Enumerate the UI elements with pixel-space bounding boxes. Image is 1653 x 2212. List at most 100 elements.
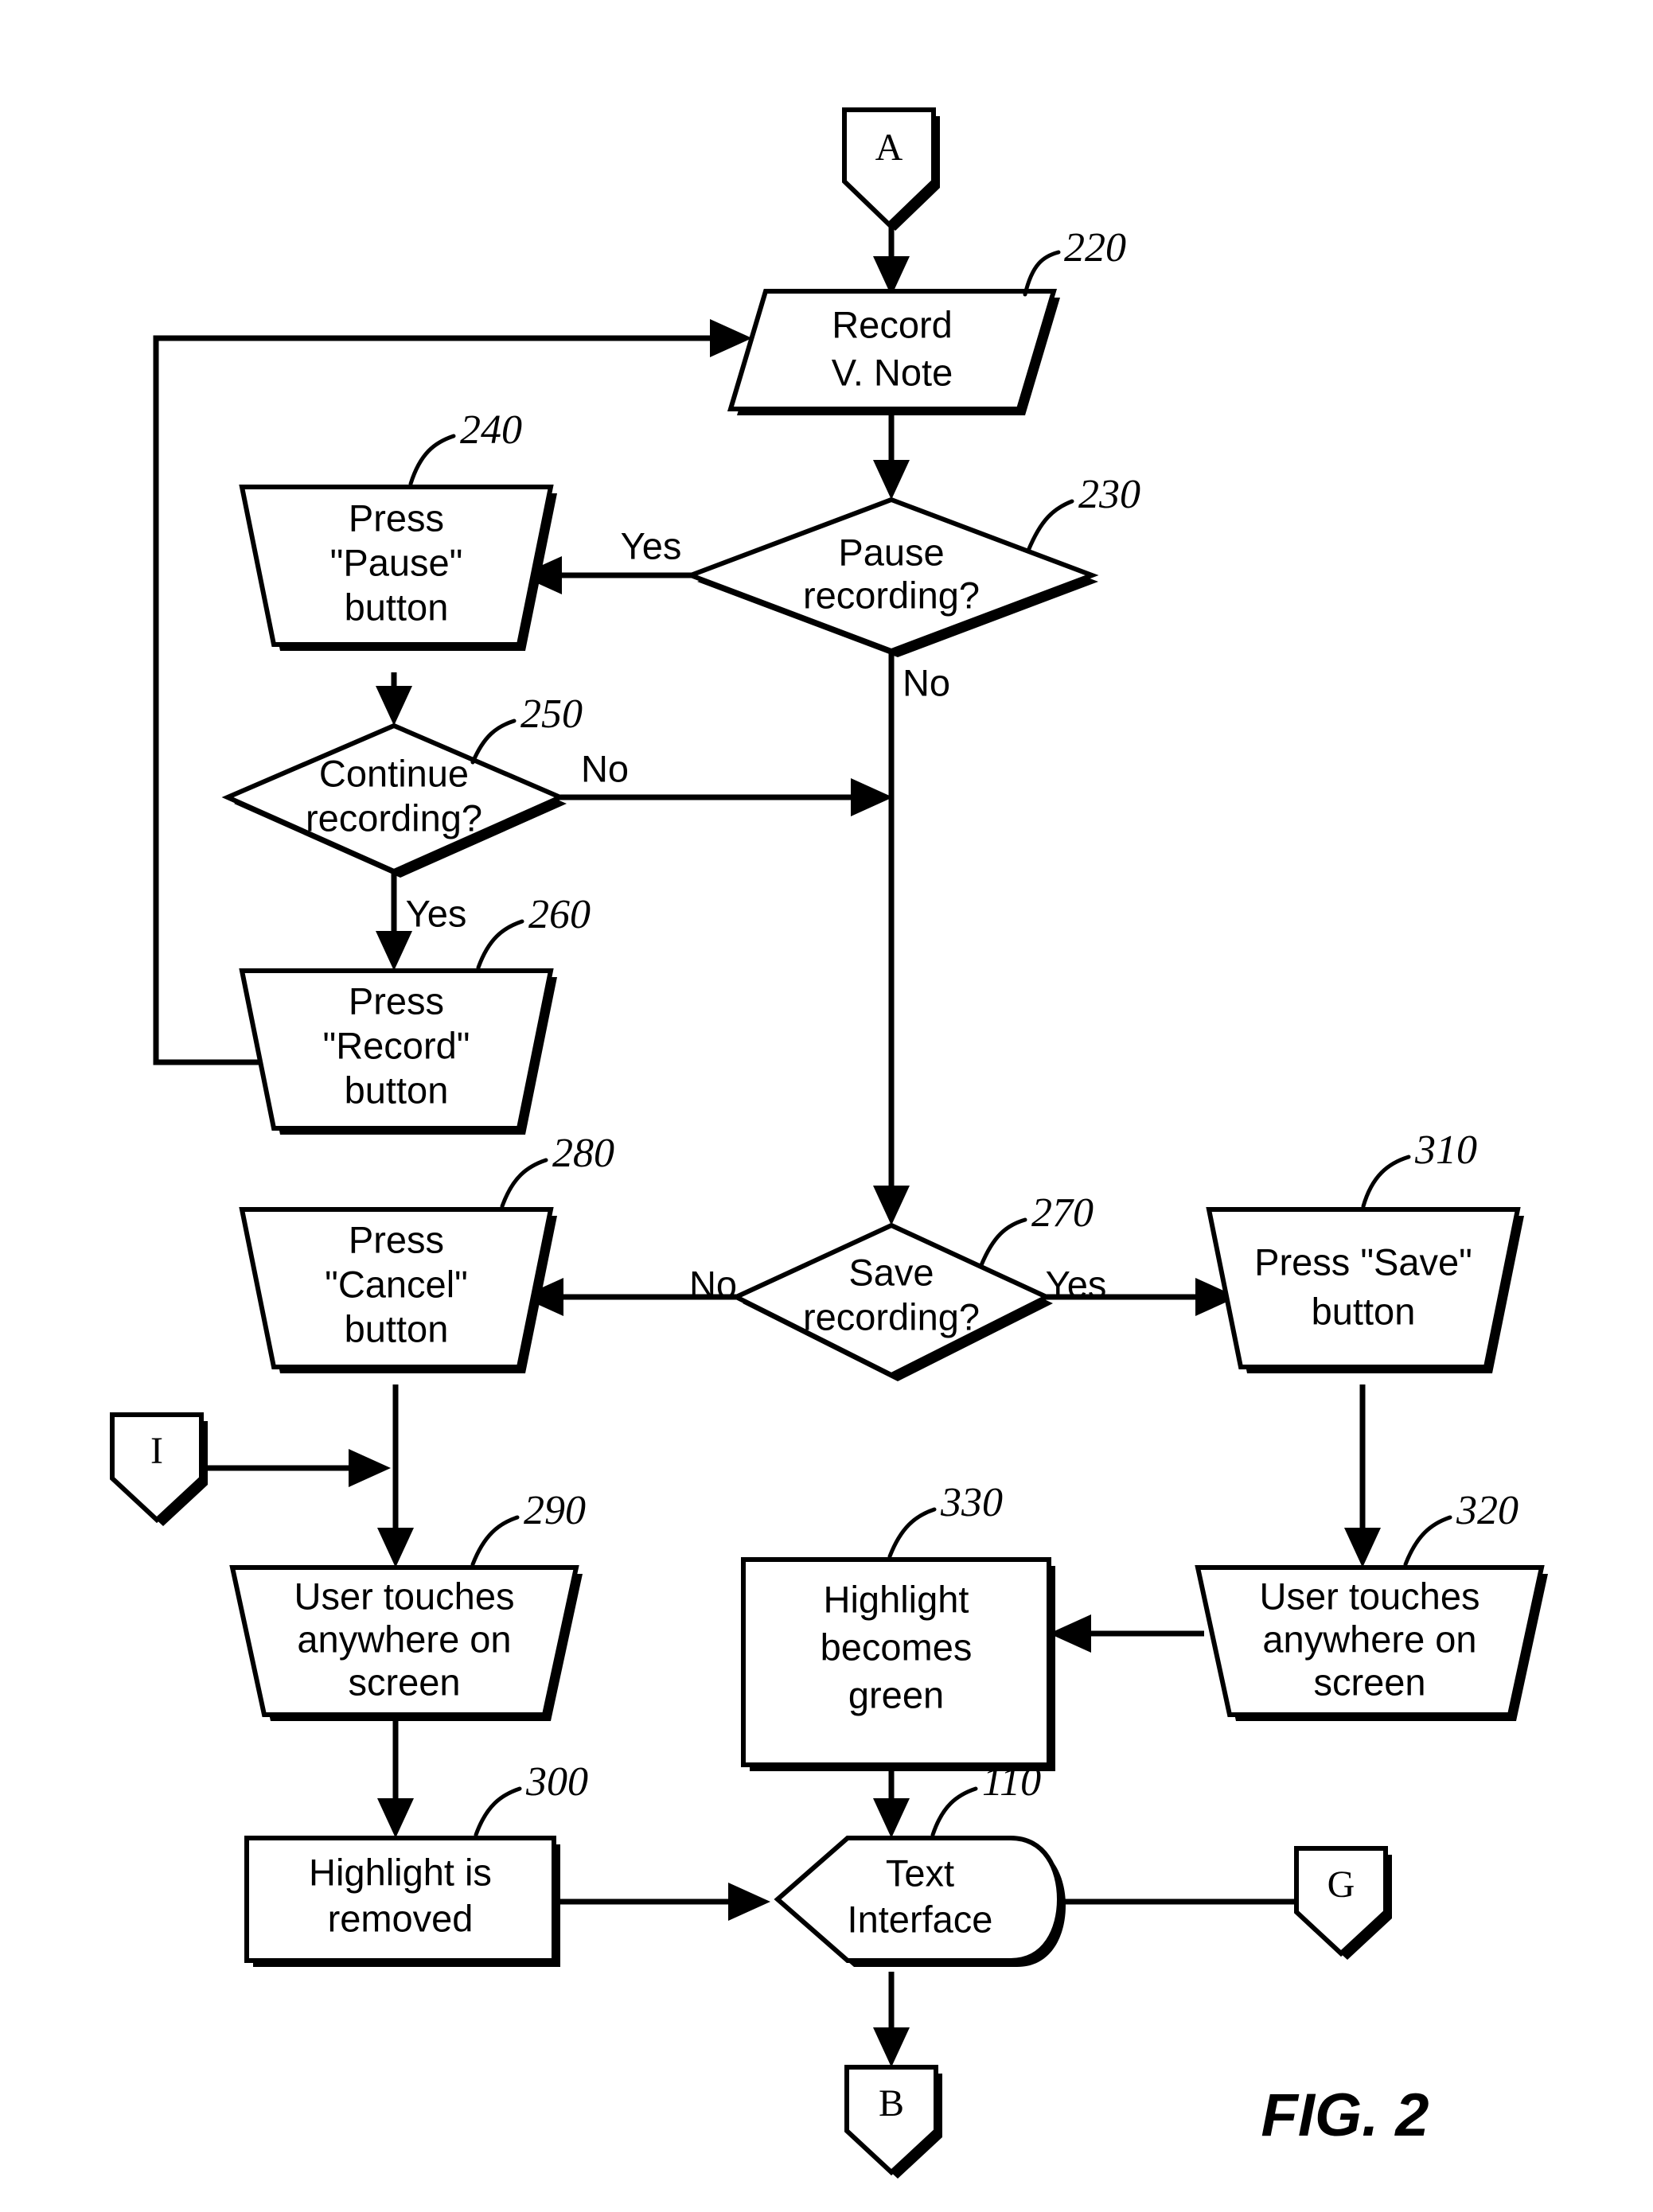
edge-label-pause-yes: Yes — [621, 524, 682, 567]
connector-a: A — [842, 107, 940, 231]
ref-num-330: 330 — [940, 1480, 1003, 1525]
node-330-line-2: becomes — [821, 1626, 973, 1668]
leader-240 — [408, 434, 456, 486]
node-320-line-3: screen — [1313, 1661, 1425, 1703]
patent-figure: A Record V. Note 220 Pause recording? 23… — [0, 0, 1653, 2212]
node-260-line-1: Press — [349, 979, 444, 1022]
connector-g: G — [1294, 1846, 1392, 1960]
arrowhead-230-to-270 — [873, 1186, 910, 1225]
ref-num-280: 280 — [552, 1131, 614, 1176]
edge-label-continue-yes: Yes — [406, 892, 467, 934]
node-320-line-1: User touches — [1260, 1575, 1480, 1617]
edge-label-continue-no: No — [581, 747, 629, 789]
node-250-line-1: Continue — [319, 752, 469, 794]
node-260-line-3: button — [345, 1069, 449, 1111]
arrowhead-250-to-260 — [376, 931, 412, 971]
ref-num-290: 290 — [524, 1488, 586, 1533]
connector-g-label: G — [1327, 1863, 1355, 1906]
connector-i-label: I — [150, 1430, 163, 1472]
leader-270 — [979, 1217, 1027, 1268]
node-310-line-2: button — [1312, 1290, 1416, 1332]
node-250-continue-recording: Continue recording? — [221, 722, 567, 878]
node-280-line-1: Press — [349, 1218, 444, 1260]
node-310-line-1: Press "Save" — [1254, 1240, 1472, 1283]
node-230-line-1: Pause — [838, 531, 944, 573]
leader-280 — [500, 1158, 548, 1209]
ref-num-110: 110 — [982, 1759, 1041, 1805]
node-300-highlight-is-removed: Highlight is removed — [244, 1836, 560, 1967]
node-300-line-2: removed — [328, 1897, 474, 1939]
node-220-record-v-note: Record V. Note — [727, 289, 1060, 415]
node-290-user-touches-screen: User touches anywhere on screen — [229, 1565, 583, 1721]
edge-label-save-no: No — [689, 1263, 737, 1305]
node-260-line-2: "Record" — [323, 1024, 470, 1066]
ref-num-220: 220 — [1064, 225, 1126, 271]
ref-num-230: 230 — [1078, 472, 1140, 517]
leader-260 — [476, 919, 524, 970]
node-110-line-1: Text — [886, 1852, 954, 1894]
leader-290 — [470, 1515, 520, 1567]
edge-label-pause-no: No — [903, 661, 950, 703]
leader-230 — [1026, 499, 1074, 553]
connector-a-label: A — [875, 127, 903, 169]
connector-b: B — [844, 2065, 942, 2179]
node-290-line-2: anywhere on — [297, 1618, 511, 1660]
node-330-line-1: Highlight — [824, 1578, 969, 1620]
ref-num-320: 320 — [1456, 1488, 1518, 1533]
leader-330 — [887, 1507, 937, 1559]
node-280-press-cancel-button: Press "Cancel" button — [239, 1207, 557, 1373]
leader-320 — [1403, 1515, 1452, 1567]
arrowhead-i-connector — [349, 1449, 391, 1487]
node-330-line-3: green — [848, 1673, 944, 1715]
leader-110 — [930, 1786, 978, 1837]
node-270-line-1: Save — [848, 1251, 934, 1293]
node-240-line-1: Press — [349, 497, 444, 539]
node-220-line-2: V. Note — [832, 351, 953, 393]
node-240-press-pause-button: Press "Pause" button — [239, 485, 557, 651]
ref-num-240: 240 — [460, 407, 522, 453]
edge-260-feedback-to-220 — [153, 335, 731, 1065]
ref-num-270: 270 — [1031, 1190, 1094, 1236]
node-240-line-2: "Pause" — [330, 541, 463, 583]
node-270-line-2: recording? — [803, 1295, 980, 1338]
figure-caption: FIG. 2 — [1261, 2082, 1429, 2149]
node-240-line-3: button — [345, 586, 449, 628]
connector-i: I — [110, 1412, 208, 1526]
arrowhead-240-to-250 — [376, 686, 412, 726]
node-230-pause-recording: Pause recording? — [684, 497, 1099, 657]
arrowhead-250-no — [851, 778, 893, 816]
edge-label-save-yes: Yes — [1046, 1263, 1107, 1305]
node-320-user-touches-screen: User touches anywhere on screen — [1195, 1565, 1548, 1721]
ref-num-300: 300 — [525, 1759, 588, 1805]
ref-num-310: 310 — [1414, 1127, 1477, 1173]
ref-num-260: 260 — [528, 892, 591, 937]
arrowhead-300-to-110 — [728, 1883, 770, 1921]
node-290-line-3: screen — [348, 1661, 460, 1703]
leader-300 — [474, 1786, 522, 1837]
node-110-line-2: Interface — [848, 1898, 993, 1940]
arrowhead-290-to-300 — [377, 1798, 414, 1838]
node-280-line-3: button — [345, 1307, 449, 1349]
arrowhead-110-to-b — [873, 2027, 910, 2067]
node-250-line-2: recording? — [306, 796, 482, 839]
node-260-press-record-button: Press "Record" button — [239, 968, 557, 1135]
node-230-line-2: recording? — [803, 574, 980, 616]
node-220-line-1: Record — [832, 303, 953, 345]
arrowhead-310-to-320 — [1344, 1528, 1381, 1567]
node-310-press-save-button: Press "Save" button — [1206, 1207, 1524, 1373]
node-300-line-1: Highlight is — [309, 1851, 492, 1893]
node-290-line-1: User touches — [294, 1575, 515, 1617]
leader-250 — [470, 719, 517, 765]
connector-b-label: B — [879, 2082, 904, 2124]
arrowhead-280-to-290 — [377, 1528, 414, 1567]
flowchart-diagram: A Record V. Note 220 Pause recording? 23… — [110, 107, 1548, 2179]
arrowhead-330-to-110 — [873, 1798, 910, 1838]
arrowhead-220-to-230 — [873, 460, 910, 500]
node-320-line-2: anywhere on — [1262, 1618, 1476, 1660]
node-270-save-recording: Save recording? — [731, 1222, 1053, 1381]
node-110-text-interface: Text Interface — [774, 1836, 1066, 1967]
node-330-highlight-becomes-green: Highlight becomes green — [741, 1557, 1055, 1771]
leader-310 — [1361, 1155, 1411, 1209]
ref-num-250: 250 — [520, 691, 583, 737]
leader-220 — [1023, 250, 1061, 297]
